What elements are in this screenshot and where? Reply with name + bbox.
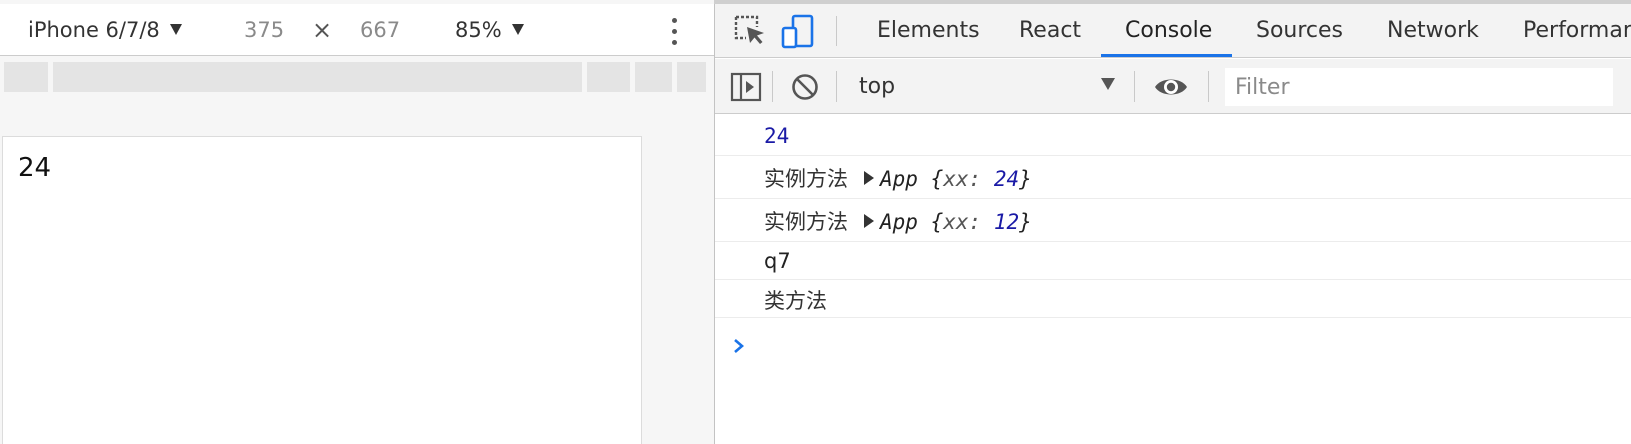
more-vertical-icon[interactable] <box>672 18 678 46</box>
console-sidebar-icon[interactable] <box>730 72 762 102</box>
media-query-bar[interactable] <box>0 62 706 92</box>
tab-network[interactable]: Network <box>1387 4 1479 58</box>
console-toolbar: top <box>715 59 1631 114</box>
width-input[interactable]: 375 <box>244 4 284 56</box>
object-class: App <box>880 210 918 234</box>
tab-react[interactable]: React <box>1019 4 1081 58</box>
expand-arrow-icon[interactable] <box>864 171 874 185</box>
device-select[interactable]: iPhone 6/7/8 <box>28 4 182 56</box>
dropdown-arrow-icon <box>169 23 182 35</box>
console-label: 实例方法 <box>764 167 848 191</box>
height-input[interactable]: 667 <box>360 4 400 56</box>
device-name: iPhone 6/7/8 <box>28 18 160 42</box>
zoom-select[interactable]: 85% <box>455 4 524 56</box>
object-value: 12 <box>993 210 1020 234</box>
console-messages: 24 实例方法 App {xx: 24} 实例方法 App {xx: 12} q7 … <box>715 115 1631 318</box>
inspect-element-icon[interactable] <box>733 14 767 48</box>
object-value: 24 <box>993 167 1020 191</box>
object-brace: } <box>1019 167 1032 191</box>
active-tab-indicator <box>1101 54 1232 57</box>
media-query-segment[interactable] <box>53 62 582 92</box>
media-query-segment[interactable] <box>677 62 706 92</box>
console-message[interactable]: 类方法 <box>715 280 1631 318</box>
console-message[interactable]: q7 <box>715 242 1631 280</box>
object-preview[interactable]: App {xx: 24} <box>880 167 1032 191</box>
dropdown-arrow-icon <box>511 23 524 35</box>
zoom-value: 85% <box>455 18 502 42</box>
clear-console-icon[interactable] <box>790 72 820 102</box>
console-message[interactable]: 实例方法 App {xx: 24} <box>715 156 1631 199</box>
tab-performance[interactable]: Performan <box>1523 4 1631 58</box>
device-toolbar: iPhone 6/7/8 375 × 667 85% <box>0 4 714 56</box>
console-message[interactable]: 实例方法 App {xx: 12} <box>715 199 1631 242</box>
console-message-content: 实例方法 App {xx: 24} <box>764 163 1032 193</box>
device-emulation-pane: iPhone 6/7/8 375 × 667 85% 24 <box>0 0 714 444</box>
devtools-tabbar: Elements React Console Sources Network P… <box>715 4 1631 58</box>
media-query-segment[interactable] <box>635 62 672 92</box>
console-text: q7 <box>764 249 791 273</box>
devtools-panel: Elements React Console Sources Network P… <box>715 4 1631 444</box>
context-select[interactable]: top <box>859 59 895 114</box>
object-key: xx <box>943 167 969 191</box>
object-preview[interactable]: App {xx: 12} <box>880 210 1032 234</box>
object-key: xx <box>943 210 969 234</box>
tab-console[interactable]: Console <box>1125 4 1212 58</box>
console-label: 实例方法 <box>764 210 848 234</box>
dropdown-arrow-icon[interactable] <box>1101 78 1115 90</box>
console-message[interactable]: 24 <box>715 115 1631 156</box>
object-class: App <box>880 167 918 191</box>
tab-elements[interactable]: Elements <box>877 4 980 58</box>
object-brace: { <box>930 167 944 191</box>
media-query-segment[interactable] <box>4 62 48 92</box>
media-query-segment[interactable] <box>587 62 630 92</box>
device-viewport[interactable]: 24 <box>2 136 642 444</box>
toolbar-divider <box>1208 71 1209 102</box>
viewport-text: 24 <box>18 153 52 183</box>
times-icon: × <box>312 16 333 44</box>
toolbar-divider <box>772 71 773 102</box>
device-toggle-icon[interactable] <box>781 14 815 50</box>
object-brace: { <box>930 210 944 234</box>
toolbar-divider <box>836 16 837 46</box>
tab-sources[interactable]: Sources <box>1256 4 1343 58</box>
object-brace: } <box>1019 210 1032 234</box>
console-prompt-chevron-icon <box>734 339 744 353</box>
toolbar-divider <box>836 71 837 102</box>
filter-input[interactable] <box>1225 68 1613 106</box>
expand-arrow-icon[interactable] <box>864 214 874 228</box>
live-expression-eye-icon[interactable] <box>1153 71 1189 103</box>
toolbar-divider <box>1134 71 1135 102</box>
console-text: 类方法 <box>764 289 827 313</box>
console-number: 24 <box>764 124 790 148</box>
console-message-content: 实例方法 App {xx: 12} <box>764 206 1032 236</box>
